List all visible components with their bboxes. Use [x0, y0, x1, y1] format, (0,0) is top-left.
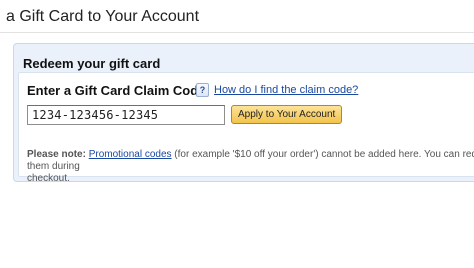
note-text-line-two: checkout. — [27, 173, 70, 184]
page-title: a Gift Card to Your Account — [6, 8, 200, 25]
apply-to-account-button[interactable]: Apply to Your Account — [231, 105, 343, 124]
redeem-gift-card-panel: Redeem your gift card Enter a Gift Card … — [13, 43, 474, 184]
promo-code-note: Please note: Promotional codes (for exam… — [27, 149, 474, 185]
claim-code-help-link[interactable]: How do I find the claim code? — [214, 84, 358, 96]
promotional-codes-link[interactable]: Promotional codes — [89, 149, 172, 160]
note-label: Please note: — [27, 149, 86, 160]
claim-code-input[interactable] — [27, 105, 225, 125]
redeem-form-box: Enter a Gift Card Claim Code ? How do I … — [18, 72, 474, 184]
question-mark-icon[interactable]: ? — [196, 83, 209, 97]
claim-code-label: Enter a Gift Card Claim Code — [27, 83, 206, 98]
title-divider — [0, 32, 474, 33]
redeem-heading: Redeem your gift card — [23, 56, 161, 71]
